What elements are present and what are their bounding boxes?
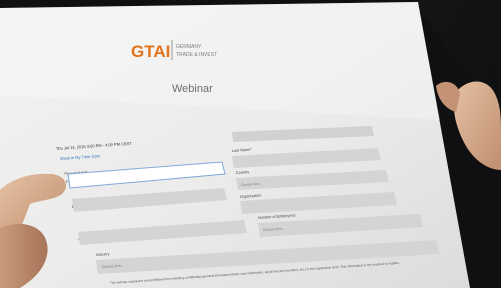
page-title: Webinar — [172, 83, 213, 95]
logo-tagline-2: TRADE & INVEST — [176, 52, 217, 58]
tablet-photo: GTAI GERMANY TRADE & INVEST Webinar Thu … — [0, 0, 501, 288]
photo-scene: GTAI GERMANY TRADE & INVEST Webinar Thu … — [0, 0, 501, 288]
logo-mark: GTAI — [131, 42, 170, 61]
logo-tagline-1: GERMANY — [176, 44, 202, 50]
